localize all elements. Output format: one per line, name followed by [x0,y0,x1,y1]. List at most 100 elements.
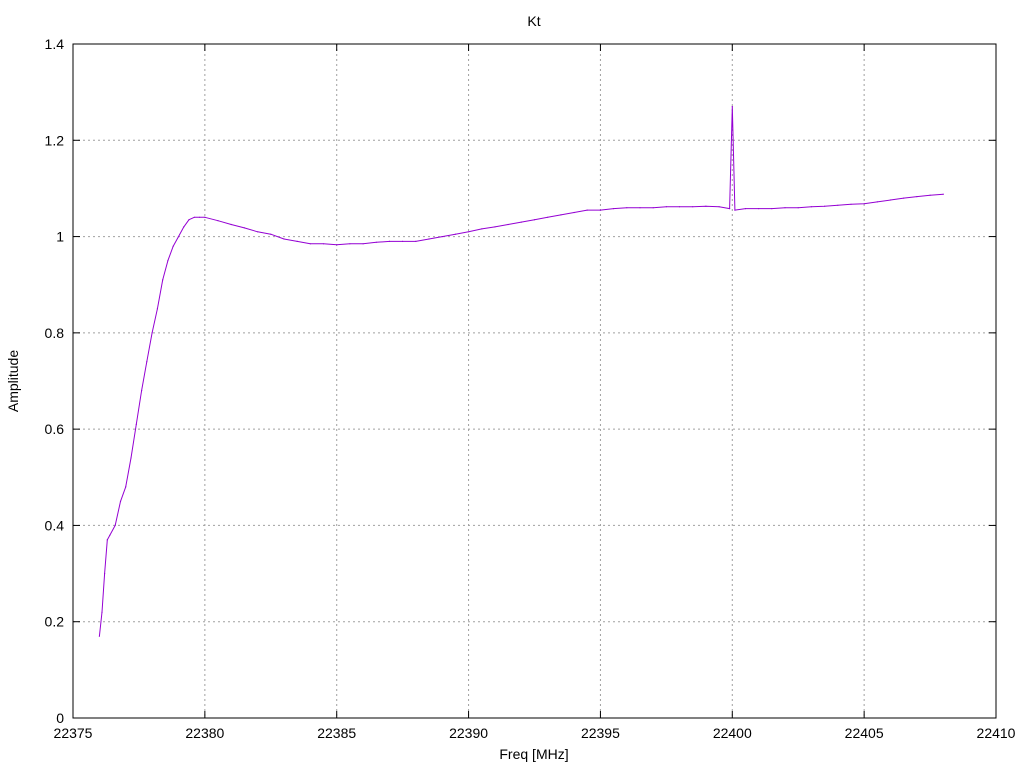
chart: Kt 22375 22380 22385 22390 22395 22400 22405 22… [5,13,1016,762]
chart-title: Kt [527,13,540,29]
data-point [837,204,839,206]
ticks: 22375 22380 22385 22390 22395 22400 22405 22410… [45,36,1016,741]
data-point [665,206,668,208]
data-point [135,423,137,425]
y-tick-label: 0 [56,710,64,726]
data-point [850,203,852,205]
grid [73,44,996,718]
x-axis-label: Freq [MHz] [499,746,568,762]
data-point [125,486,127,488]
data-point [729,208,731,210]
data-point [810,206,813,208]
data-point [731,106,733,108]
x-tick-label: 22385 [317,725,356,741]
data-point [156,308,158,310]
data-point [296,240,298,242]
data-point [876,201,878,203]
data-point [388,240,391,242]
data-point [547,216,549,218]
data-point [586,209,588,211]
data-point [415,240,417,242]
data-point [283,238,285,240]
data-point [784,207,786,209]
data-point [162,279,164,281]
data-point [375,241,377,243]
data-point [454,233,456,235]
data-point [678,206,681,208]
data-point [151,332,153,334]
plot-frame [72,43,997,719]
y-tick-label: 0.6 [45,421,65,437]
data-point [270,233,272,235]
data-point [106,539,108,541]
x-tick-label: 22390 [449,725,488,741]
data-point [916,196,918,198]
x-tick-label: 22400 [713,725,752,741]
y-tick-label: 0.4 [45,517,65,533]
x-tick-label: 22395 [581,725,620,741]
data-point [903,197,905,199]
y-axis-label: Amplitude [5,350,21,412]
data-point [130,457,132,459]
data-point [441,236,443,238]
data-point [257,231,259,233]
data-point [309,243,311,245]
data-point [428,238,430,240]
data-point [217,220,219,222]
data-point [183,226,185,228]
data-point [481,228,483,230]
data-point [322,243,325,245]
data-point [734,209,736,211]
series-line [98,106,944,637]
data-point [349,243,351,245]
data-point [771,208,773,210]
data-point [141,390,143,392]
data-point [243,227,245,229]
data-point [744,208,747,210]
data-point [533,219,536,221]
y-tick-label: 1 [56,229,64,245]
x-tick-label: 22405 [845,725,884,741]
data-point [929,194,931,196]
data-point [639,207,641,209]
data-point [104,573,106,575]
data-point [692,206,694,208]
data-point [193,216,195,218]
data-point [146,361,148,363]
data-point [797,207,799,209]
data-point [402,240,404,242]
data-point [613,208,615,210]
data-point [98,635,100,637]
data-point [177,236,180,238]
data-point [520,221,522,223]
data-point [362,243,364,245]
data-point [560,214,562,216]
data-point [626,207,628,209]
data-point [230,223,232,226]
data-point [199,216,201,218]
data-point [652,207,654,209]
x-tick-label: 22375 [54,725,93,741]
data-point [824,205,826,207]
y-tick-label: 0.2 [45,614,65,630]
data-point [863,203,865,205]
data-point [188,219,190,221]
data-point [101,611,103,613]
data-point [114,524,116,527]
data-point [336,244,338,246]
y-tick-label: 1.4 [45,36,65,52]
data-point [494,226,496,228]
data-point [109,534,111,536]
data-point [758,208,760,210]
series-layer [98,106,944,637]
data-point [705,205,707,207]
data-point [468,231,470,233]
data-point [942,193,944,195]
data-point [718,206,720,208]
data-point [204,216,206,218]
data-point [172,245,174,247]
data-point [889,199,892,201]
data-point [167,260,169,262]
data-point [573,211,575,214]
data-point [599,209,602,211]
